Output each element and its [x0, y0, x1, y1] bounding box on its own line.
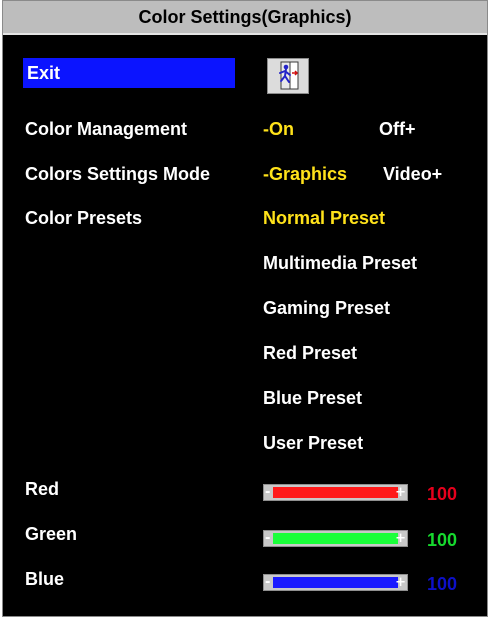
minus-icon[interactable]: -	[265, 575, 270, 590]
color-management-on-option[interactable]: -On	[263, 119, 294, 140]
color-management-label: Color Management	[25, 119, 188, 139]
color-management-off-option[interactable]: Off+	[379, 119, 416, 140]
exit-door-icon[interactable]	[267, 58, 309, 94]
red-label: Red	[25, 479, 60, 499]
minus-icon[interactable]: -	[265, 531, 270, 546]
exit-button[interactable]: Exit	[23, 58, 235, 88]
red-slider-fill	[273, 487, 398, 498]
preset-multimedia[interactable]: Multimedia Preset	[263, 253, 417, 274]
green-slider-fill	[273, 533, 398, 544]
graphics-mode-option[interactable]: -Graphics	[263, 164, 347, 185]
preset-user[interactable]: User Preset	[263, 433, 363, 454]
color-presets-label: Color Presets	[25, 208, 143, 228]
preset-blue[interactable]: Blue Preset	[263, 388, 362, 409]
preset-gaming[interactable]: Gaming Preset	[263, 298, 390, 319]
video-mode-option[interactable]: Video+	[383, 164, 442, 185]
plus-icon[interactable]: +	[395, 575, 406, 590]
plus-icon[interactable]: +	[395, 531, 406, 546]
blue-label: Blue	[25, 569, 65, 589]
red-slider[interactable]: - +	[263, 484, 408, 501]
green-value: 100	[427, 530, 458, 550]
blue-slider[interactable]: - +	[263, 574, 408, 591]
plus-icon[interactable]: +	[395, 485, 406, 500]
window-title: Color Settings(Graphics)	[3, 1, 487, 35]
red-value: 100	[427, 484, 458, 504]
preset-red[interactable]: Red Preset	[263, 343, 357, 364]
blue-value: 100	[427, 574, 458, 594]
preset-normal[interactable]: Normal Preset	[263, 208, 385, 229]
green-label: Green	[25, 524, 78, 544]
green-slider[interactable]: - +	[263, 530, 408, 547]
minus-icon[interactable]: -	[265, 485, 270, 500]
osd-window: Color Settings(Graphics) Exit Color Mana…	[2, 0, 488, 617]
colors-settings-mode-label: Colors Settings Mode	[25, 164, 211, 184]
blue-slider-fill	[273, 577, 398, 588]
